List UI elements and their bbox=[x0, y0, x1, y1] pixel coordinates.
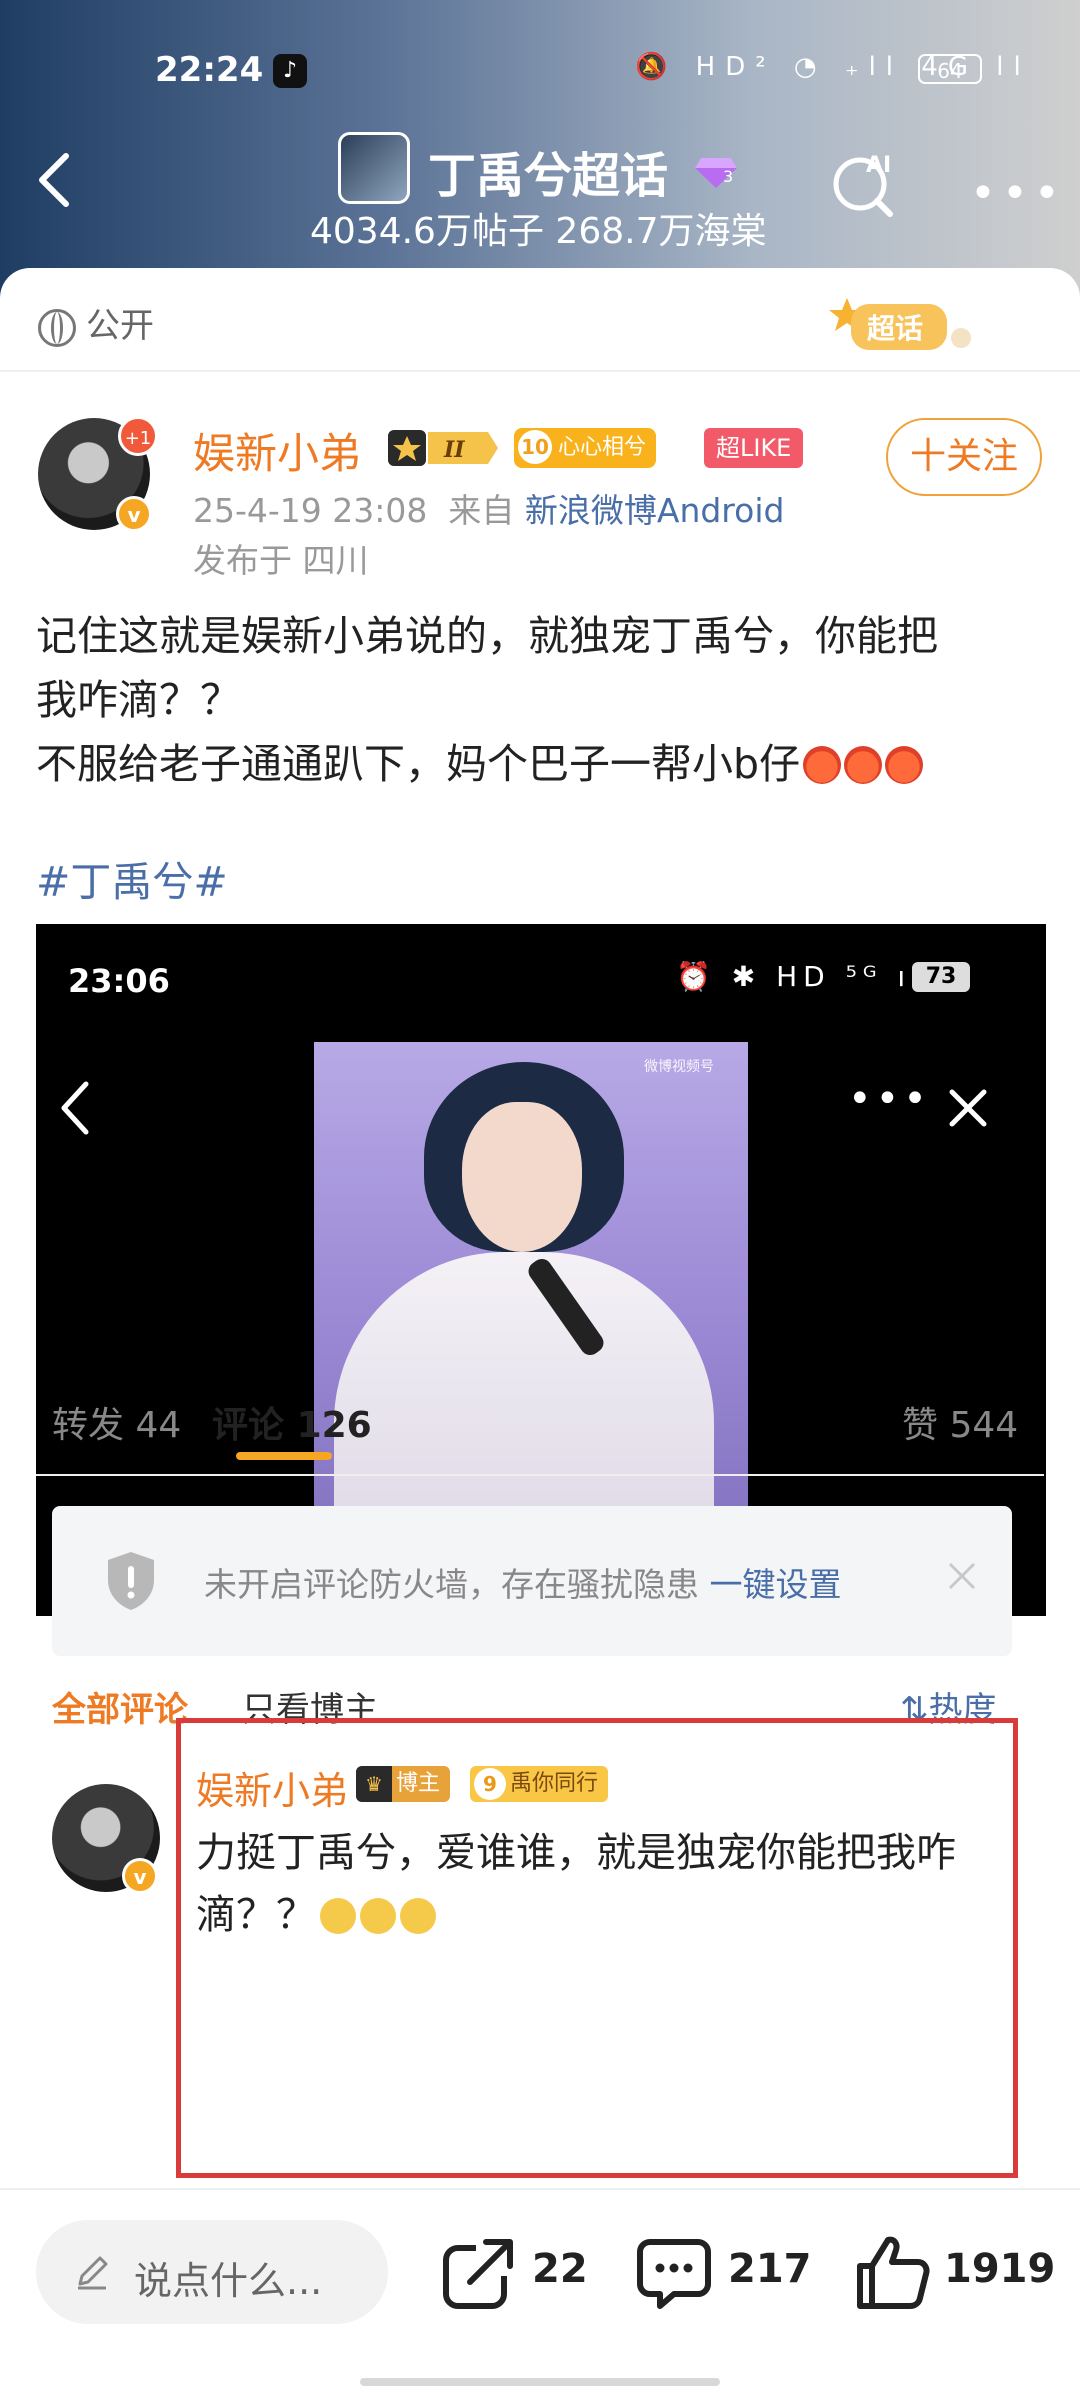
comment-input[interactable]: 说点什么... bbox=[36, 2220, 388, 2324]
chaohua-badge[interactable]: 超话 bbox=[825, 288, 985, 360]
performer-face bbox=[462, 1102, 582, 1252]
tab-repost[interactable]: 转发 44 bbox=[52, 1396, 181, 1448]
tab-likes-count: 544 bbox=[949, 1405, 1019, 1446]
tab-likes-label: 赞 bbox=[902, 1405, 939, 1446]
follow-button[interactable]: 十关注 bbox=[886, 418, 1042, 496]
globe-icon bbox=[38, 308, 76, 347]
verified-icon: v bbox=[122, 1858, 158, 1894]
pen-icon bbox=[78, 2256, 108, 2290]
post-line: 不服给老子通通趴下，妈个巴子一帮小b仔 bbox=[36, 732, 1046, 796]
fan-badge-text: 心心相兮 bbox=[558, 435, 647, 460]
divider bbox=[36, 1474, 1044, 1476]
video-more-icon: ••• bbox=[848, 1076, 931, 1122]
source-prefix: 来自 bbox=[448, 491, 515, 530]
status-time: 22:24 bbox=[155, 50, 264, 90]
tab-comments[interactable]: 评论 126 bbox=[212, 1396, 372, 1448]
video-back-icon bbox=[61, 1081, 89, 1135]
thumbs-up-icon bbox=[857, 2236, 930, 2309]
comment-placeholder: 说点什么... bbox=[134, 2259, 323, 2303]
video-status-time: 23:06 bbox=[68, 962, 170, 1000]
comment-icon bbox=[637, 2239, 711, 2309]
tab-likes[interactable]: 赞 544 bbox=[902, 1396, 1018, 1448]
super-like-badge[interactable]: 超LIKE bbox=[704, 428, 804, 468]
back-arrow-icon[interactable] bbox=[32, 150, 76, 210]
share-count: 22 bbox=[532, 2246, 588, 2292]
close-icon[interactable] bbox=[944, 1558, 980, 1594]
top-nav: 丁禹兮超话 3 4034.6万帖子 268.7万海棠 AI ••• bbox=[0, 110, 1080, 270]
comment-count: 217 bbox=[728, 2246, 812, 2292]
tab-repost-label: 转发 bbox=[52, 1405, 125, 1446]
level-badge-icon: II bbox=[388, 430, 498, 466]
notice-message: 未开启评论防火墙，存在骚扰隐患 bbox=[204, 1565, 699, 1604]
post-meta: 25-4-19 23:08 来自 新浪微博Android bbox=[193, 484, 784, 532]
tiktok-icon: ♪ bbox=[273, 54, 307, 88]
battery-icon: 64 bbox=[918, 54, 982, 84]
home-indicator[interactable] bbox=[360, 2378, 720, 2386]
video-status-icons: ⏰ ✱ HD ⁵ᴳ ıll bbox=[676, 960, 939, 993]
firewall-notice: 未开启评论防火墙，存在骚扰隐患 一键设置 bbox=[52, 1506, 1012, 1656]
ai-search-icon[interactable]: AI bbox=[830, 150, 900, 220]
svg-text:3: 3 bbox=[723, 167, 733, 186]
share-button[interactable]: 22 bbox=[440, 2232, 590, 2312]
fan-badge-level: 10 bbox=[518, 430, 552, 464]
more-options-icon[interactable]: ••• bbox=[970, 168, 1066, 219]
post-time: 25-4-19 23:08 bbox=[193, 491, 428, 530]
video-battery-icon: 73 bbox=[912, 962, 970, 992]
post-location: 发布于 四川 bbox=[193, 541, 369, 580]
video-watermark: 微博视频号 bbox=[644, 1059, 714, 1075]
svg-text:AI: AI bbox=[866, 153, 891, 178]
post-author: +1 v 娱新小弟 II 10 心心相兮 超LIKE 十关注 25-4-19 2… bbox=[38, 416, 1048, 598]
fan-badge[interactable]: 10 心心相兮 bbox=[514, 428, 657, 468]
post-line: 记住这就是娱新小弟说的，就独宠丁禹兮，你能把 bbox=[36, 612, 938, 660]
post-content: 记住这就是娱新小弟说的，就独宠丁禹兮，你能把 我咋滴？？ 不服给老子通通趴下，妈… bbox=[36, 604, 1046, 796]
topic-stats: 4034.6万帖子 268.7万海棠 bbox=[310, 211, 767, 252]
share-icon bbox=[443, 2236, 516, 2309]
tab-comments-label: 评论 bbox=[212, 1405, 285, 1446]
like-count: 1919 bbox=[944, 2246, 1056, 2292]
status-bar: 22:24 ♪ 🔕 HD² ◔ ₊ll 4G ll 64 bbox=[0, 40, 1080, 100]
post-source[interactable]: 新浪微博Android bbox=[525, 491, 785, 530]
visibility-text: 公开 bbox=[86, 306, 154, 346]
bottom-action-bar: 说点什么... 22 217 1919 bbox=[0, 2188, 1080, 2402]
angry-emoji-icon bbox=[803, 746, 842, 784]
active-tab-indicator bbox=[236, 1452, 332, 1460]
author-name[interactable]: 娱新小弟 bbox=[193, 420, 361, 481]
hashtag-link[interactable]: #丁禹兮# bbox=[36, 848, 228, 908]
angry-emoji-icon bbox=[885, 746, 924, 784]
svg-text:超话: 超话 bbox=[867, 312, 923, 345]
comment-button[interactable]: 217 bbox=[634, 2232, 814, 2312]
verified-icon: v bbox=[116, 496, 152, 532]
svg-text:II: II bbox=[443, 437, 465, 463]
filter-all-comments[interactable]: 全部评论 bbox=[52, 1682, 188, 1731]
tab-comments-count: 126 bbox=[296, 1405, 372, 1446]
post-line: 我咋滴？？ bbox=[36, 676, 241, 724]
shield-icon bbox=[108, 1552, 154, 1610]
like-button[interactable]: 1919 bbox=[852, 2232, 1056, 2312]
gem-level-icon: 3 bbox=[695, 158, 737, 188]
notice-setup-link[interactable]: 一键设置 bbox=[710, 1565, 842, 1604]
post-line-text: 不服给老子通通趴下，妈个巴子一帮小b仔 bbox=[36, 740, 801, 788]
topic-title: 丁禹兮超话 bbox=[428, 148, 669, 204]
post-tabs: 转发 44 评论 126 赞 544 bbox=[0, 1352, 1080, 1472]
divider bbox=[0, 370, 1080, 372]
visibility-label: 公开 bbox=[38, 298, 154, 347]
video-close-icon bbox=[949, 1089, 987, 1127]
highlight-box bbox=[176, 1718, 1018, 2178]
angry-emoji-icon bbox=[844, 746, 883, 784]
plus-one-badge: +1 bbox=[118, 416, 158, 456]
notice-text: 未开启评论防火墙，存在骚扰隐患 一键设置 bbox=[204, 1558, 842, 1606]
tab-repost-count: 44 bbox=[135, 1405, 182, 1446]
topic-avatar bbox=[338, 132, 410, 204]
